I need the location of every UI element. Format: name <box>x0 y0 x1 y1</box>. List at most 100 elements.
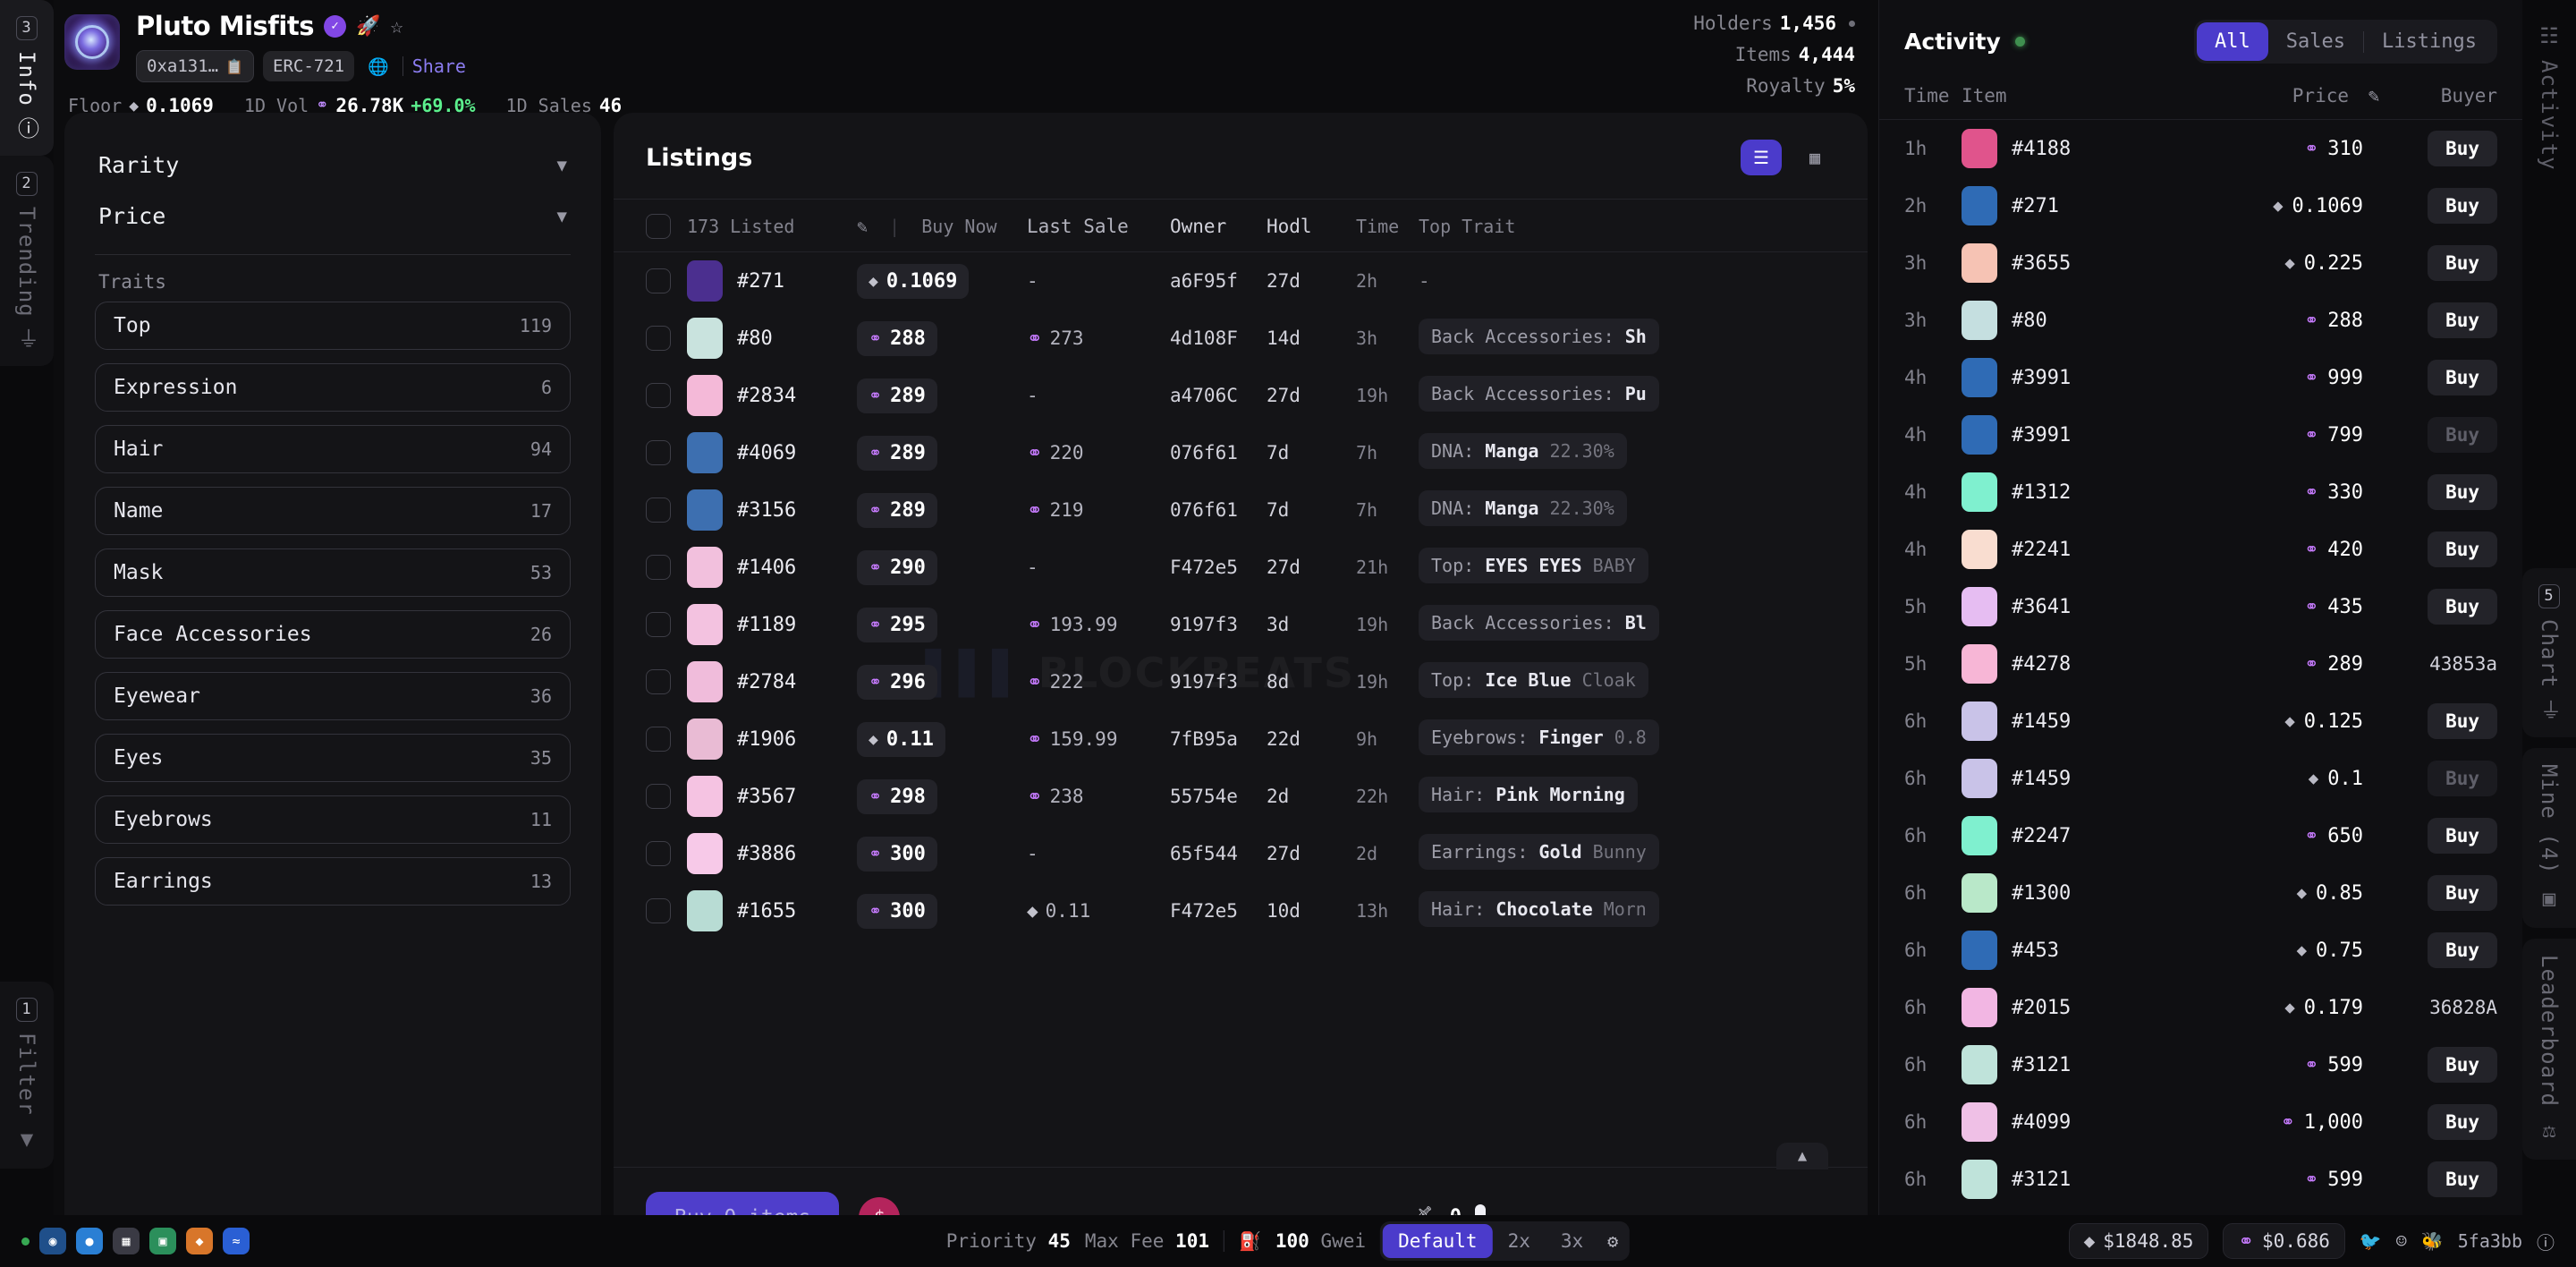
buy-button[interactable]: Buy <box>2428 131 2497 166</box>
buy-button[interactable]: Buy <box>2428 1161 2497 1197</box>
trait-filter-item[interactable]: Top 119 <box>95 302 571 350</box>
price-pill[interactable]: ⚭ 296 <box>857 664 937 700</box>
rail-item-activity[interactable]: ☷ Activity <box>2522 0 2576 187</box>
price-pill[interactable]: ⚭ 289 <box>857 492 937 528</box>
row-checkbox[interactable] <box>646 841 671 866</box>
globe-icon[interactable]: 🌐 <box>363 56 394 77</box>
rail-item-info[interactable]: 3 Info ⓘ <box>0 0 54 156</box>
activity-row[interactable]: 4h #1312 ⚭ 330 Buy <box>1879 463 2522 521</box>
table-row[interactable]: #1906 ◆ 0.11 ⚭ 159.99 7fB95a 22d 9h Eyebrows: Fi… <box>614 710 1868 768</box>
pencil-icon[interactable]: ✎ <box>857 216 868 237</box>
buy-button[interactable]: Buy <box>2428 818 2497 854</box>
activity-row[interactable]: 6h #2247 ⚭ 650 Buy <box>1879 807 2522 864</box>
help-circle-icon[interactable]: ⓘ <box>2537 1229 2555 1254</box>
share-button[interactable]: Share <box>412 55 466 77</box>
row-checkbox[interactable] <box>646 326 671 351</box>
trait-filter-item[interactable]: Mask 53 <box>95 548 571 597</box>
row-checkbox[interactable] <box>646 555 671 580</box>
activity-row[interactable]: 4h #3991 ⚭ 999 Buy <box>1879 349 2522 406</box>
buy-button[interactable]: Buy <box>2428 761 2497 796</box>
table-row[interactable]: #4069 ⚭ 289 ⚭ 220 076f61 7d 7h DNA: Manga 22.30% <box>614 424 1868 481</box>
trait-filter-item[interactable]: Expression 6 <box>95 363 571 412</box>
rail-item-trending[interactable]: 2 Trending ⏚ <box>0 155 54 367</box>
activity-row[interactable]: 5h #3641 ⚭ 435 Buy <box>1879 578 2522 635</box>
contract-address-chip[interactable]: 0xa131… 📋 <box>136 50 254 82</box>
row-checkbox[interactable] <box>646 612 671 637</box>
table-row[interactable]: #1655 ⚭ 300 ◆ 0.11 F472e5 10d 13h Hair: Chocolat… <box>614 882 1868 940</box>
buy-button[interactable]: Buy <box>2428 932 2497 968</box>
wave-icon[interactable]: ≈ <box>223 1228 250 1254</box>
activity-row[interactable]: 4h #3991 ⚭ 799 Buy <box>1879 406 2522 463</box>
filter-section-rarity[interactable]: Rarity ▼ <box>95 140 571 191</box>
trait-filter-item[interactable]: Face Accessories 26 <box>95 610 571 659</box>
buy-button[interactable]: Buy <box>2428 302 2497 338</box>
activity-row[interactable]: 1h #4188 ⚭ 310 Buy <box>1879 120 2522 177</box>
row-checkbox[interactable] <box>646 497 671 523</box>
pencil-icon[interactable]: ✎ <box>2349 85 2399 106</box>
bug-icon[interactable]: 🐝 <box>2421 1230 2444 1252</box>
price-pill[interactable]: ⚭ 298 <box>857 778 937 814</box>
star-outline-icon[interactable]: ☆ <box>390 13 402 38</box>
buy-button[interactable]: Buy <box>2428 1104 2497 1140</box>
trait-filter-item[interactable]: Eyebrows 11 <box>95 795 571 844</box>
price-pill[interactable]: ⚭ 290 <box>857 549 937 585</box>
table-row[interactable]: #1406 ⚭ 290 - F472e5 27d 21h Top: EYES EYES BAB… <box>614 539 1868 596</box>
price-pill[interactable]: ⚭ 300 <box>857 893 937 929</box>
activity-row[interactable]: 3h #80 ⚭ 288 Buy <box>1879 292 2522 349</box>
chevron-up-icon[interactable]: ▲ <box>1776 1143 1828 1169</box>
activity-row[interactable]: 6h #3121 ⚭ 599 Buy <box>1879 1036 2522 1093</box>
filter-section-price[interactable]: Price ▼ <box>95 191 571 242</box>
metamask-icon[interactable]: ◆ <box>186 1228 213 1254</box>
activity-row[interactable]: 6h #453 ◆ 0.75 Buy <box>1879 922 2522 979</box>
table-row[interactable]: #3567 ⚭ 298 ⚭ 238 55754e 2d 22h Hair: Pink Morni… <box>614 768 1868 825</box>
buy-button[interactable]: Buy <box>2428 474 2497 510</box>
rail-item-mine[interactable]: Mine (4) ▣ <box>2522 748 2576 929</box>
row-checkbox[interactable] <box>646 784 671 809</box>
buy-button[interactable]: Buy <box>2428 703 2497 739</box>
price-pill[interactable]: ◆ 0.1069 <box>857 263 970 299</box>
activity-row[interactable]: 6h #4099 ⚭ 1,000 Buy <box>1879 1093 2522 1151</box>
activity-row[interactable]: 6h #2015 ◆ 0.179 36828A <box>1879 979 2522 1036</box>
buy-button[interactable]: Buy <box>2428 875 2497 911</box>
activity-row[interactable]: 6h #1300 ◆ 0.85 Buy <box>1879 864 2522 922</box>
price-pill[interactable]: ⚭ 300 <box>857 836 937 872</box>
buy-button[interactable]: Buy <box>2428 589 2497 625</box>
grid-app-icon[interactable]: ▦ <box>113 1228 140 1254</box>
price-pill[interactable]: ⚭ 288 <box>857 320 937 356</box>
copy-icon[interactable]: 📋 <box>225 58 243 75</box>
tab-sales[interactable]: Sales <box>2268 22 2363 61</box>
table-row[interactable]: #3886 ⚭ 300 - 65f544 27d 2d Earrings: Gold Bunn… <box>614 825 1868 882</box>
price-pill[interactable]: ⚭ 289 <box>857 435 937 471</box>
discord-icon[interactable]: ☺ <box>2396 1230 2407 1252</box>
trait-filter-item[interactable]: Name 17 <box>95 487 571 535</box>
table-row[interactable]: #3156 ⚭ 289 ⚭ 219 076f61 7d 7h DNA: Manga 22.30% <box>614 481 1868 539</box>
tab-all[interactable]: All <box>2197 22 2268 61</box>
table-row[interactable]: #2784 ⚭ 296 ⚭ 222 9197f3 8d 19h Top: Ice Blue Cl… <box>614 653 1868 710</box>
activity-row[interactable]: 4h #2241 ⚭ 420 Buy <box>1879 521 2522 578</box>
gear-icon[interactable]: ⚙ <box>1598 1230 1627 1252</box>
tab-listings[interactable]: Listings <box>2364 22 2495 61</box>
buyer-address[interactable]: 43853a <box>2429 653 2497 675</box>
gas-mode-default[interactable]: Default <box>1383 1224 1493 1258</box>
trait-filter-item[interactable]: Earrings 13 <box>95 857 571 906</box>
trait-filter-item[interactable]: Eyes 35 <box>95 734 571 782</box>
select-all-checkbox[interactable] <box>646 214 671 239</box>
gas-mode-2x[interactable]: 2x <box>1493 1224 1546 1258</box>
wallet-address[interactable]: 5fa3bb <box>2458 1230 2522 1252</box>
buy-button[interactable]: Buy <box>2428 245 2497 281</box>
camera-icon[interactable]: ◉ <box>39 1228 66 1254</box>
table-row[interactable]: #2834 ⚭ 289 - a4706C 27d 19h Back Accessories: … <box>614 367 1868 424</box>
activity-row[interactable]: 6h #1459 ◆ 0.125 Buy <box>1879 693 2522 750</box>
rail-item-leaderboard[interactable]: Leaderboard ⚖ <box>2522 939 2576 1160</box>
buyer-address[interactable]: 36828A <box>2429 997 2497 1018</box>
palette-icon[interactable]: ▣ <box>149 1228 176 1254</box>
table-row[interactable]: #80 ⚭ 288 ⚭ 273 4d108F 14d 3h Back Accessories: … <box>614 310 1868 367</box>
row-checkbox[interactable] <box>646 727 671 752</box>
table-row[interactable]: #1189 ⚭ 295 ⚭ 193.99 9197f3 3d 19h Back Accessor… <box>614 596 1868 653</box>
activity-row[interactable]: 2h #271 ◆ 0.1069 Buy <box>1879 177 2522 234</box>
row-checkbox[interactable] <box>646 268 671 293</box>
grid-view-icon[interactable]: ▦ <box>1794 140 1835 175</box>
row-checkbox[interactable] <box>646 669 671 694</box>
activity-row[interactable]: 3h #3655 ◆ 0.225 Buy <box>1879 234 2522 292</box>
buy-button[interactable]: Buy <box>2428 360 2497 395</box>
